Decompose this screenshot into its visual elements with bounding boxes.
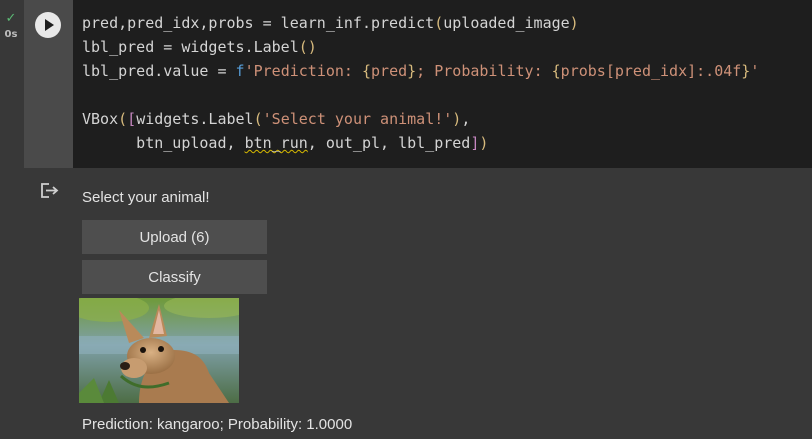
upload-button[interactable]: Upload (6) (82, 220, 267, 254)
run-icon (45, 19, 54, 31)
code-block: pred,pred_idx,probs = learn_inf.predict(… (82, 11, 759, 155)
prediction-label: Prediction: kangaroo; Probability: 1.000… (82, 416, 353, 433)
code-line-6: btn_upload, btn_run, out_pl, lbl_pred]) (82, 134, 489, 152)
exec-time: 0s (4, 29, 18, 40)
classify-button[interactable]: Classify (82, 260, 267, 294)
code-line-2: lbl_pred = widgets.Label() (82, 38, 317, 56)
check-icon: ✓ (5, 11, 17, 26)
run-button[interactable] (35, 12, 61, 38)
cell-output: Select your animal! Upload (6) Classify (0, 168, 812, 439)
kangaroo-image (79, 298, 239, 403)
select-animal-label: Select your animal! (82, 189, 210, 206)
code-line-1: pred,pred_idx,probs = learn_inf.predict(… (82, 14, 579, 32)
cell-status: ✓ 0s (0, 12, 22, 40)
code-line-3: lbl_pred.value = f'Prediction: {pred}; P… (82, 62, 760, 80)
code-line-5: VBox([widgets.Label('Select your animal!… (82, 110, 471, 128)
output-icon (41, 183, 59, 198)
code-editor[interactable]: pred,pred_idx,probs = learn_inf.predict(… (73, 0, 812, 168)
